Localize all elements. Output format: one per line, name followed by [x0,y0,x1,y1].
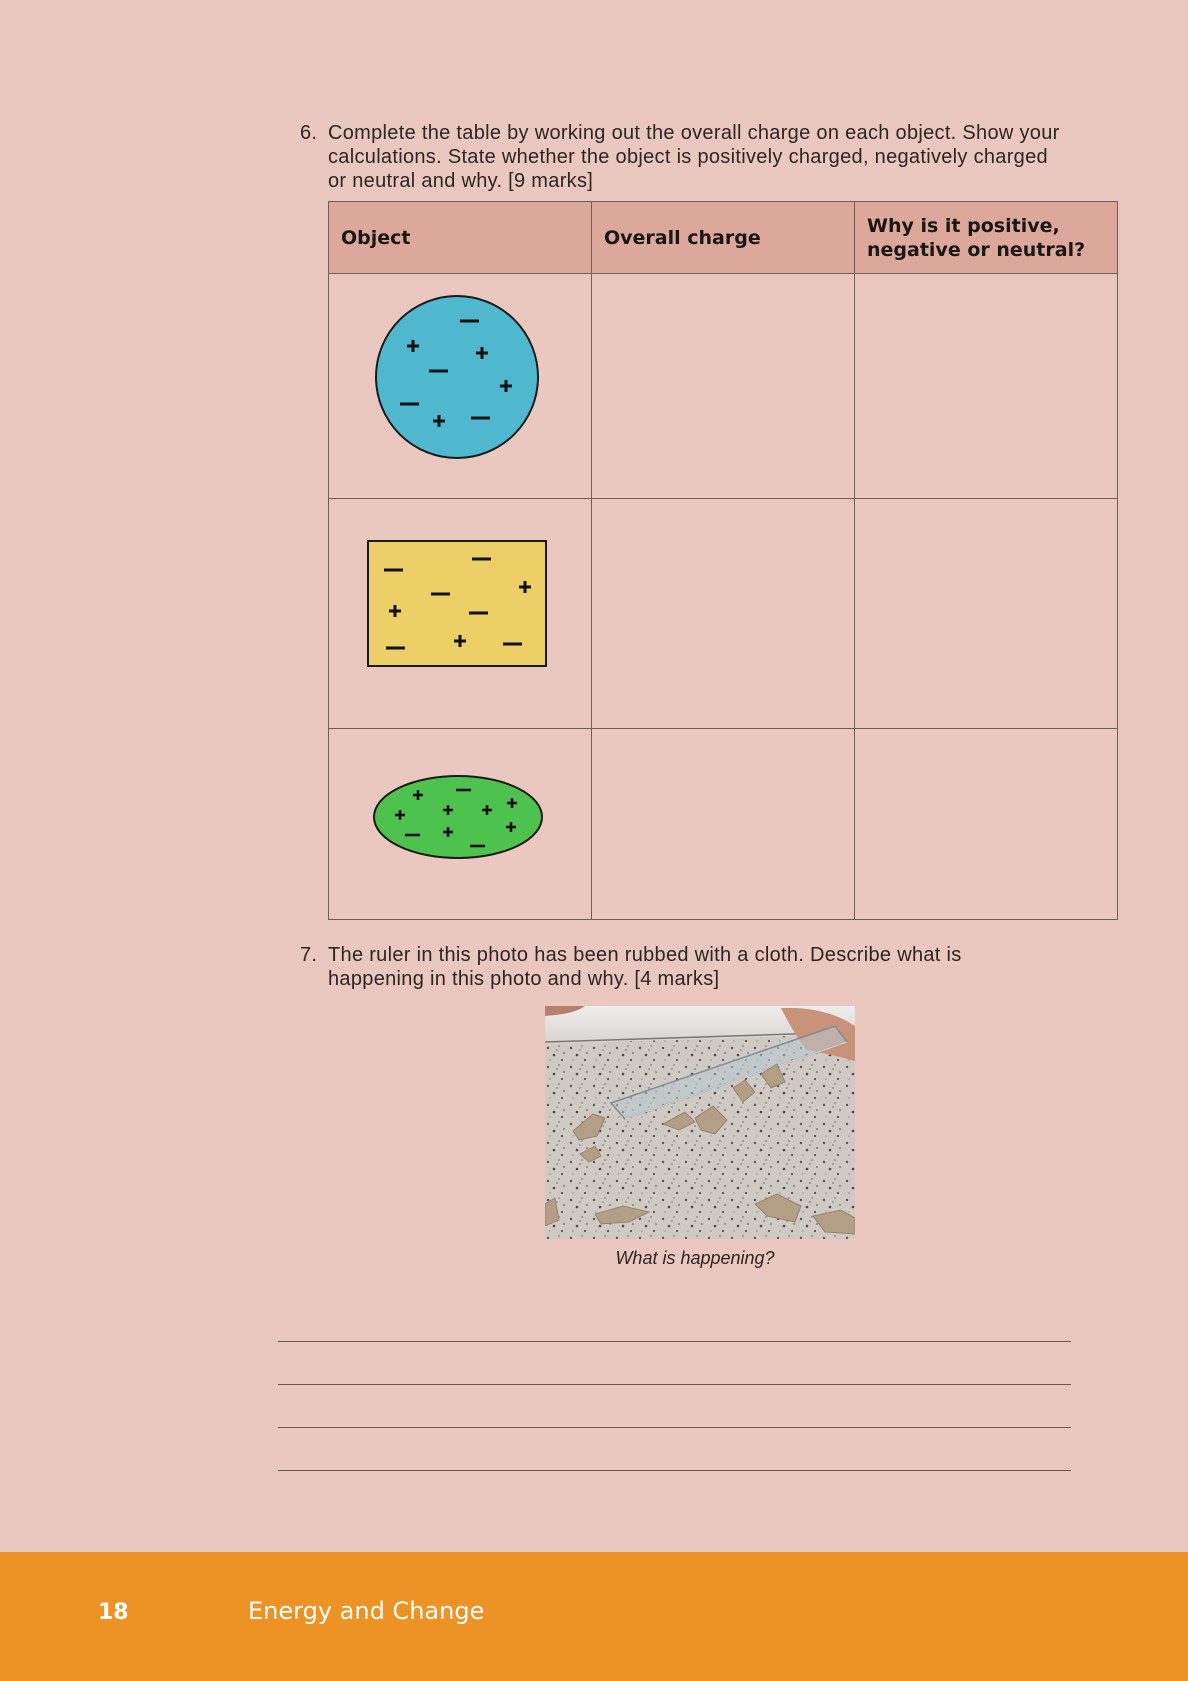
overall-charge-cell[interactable] [591,728,855,920]
answer-line[interactable] [278,1341,1071,1342]
ruler-photo [545,1006,855,1239]
charge-table: Object Overall charge Why is it positive… [328,201,1118,920]
question-6: 6. Complete the table by working out the… [300,121,1060,193]
answer-lines [278,1341,1071,1513]
table-header-row: Object Overall charge Why is it positive… [328,201,1118,274]
answer-line[interactable] [278,1470,1071,1471]
table-row [328,728,1118,920]
header-object: Object [328,201,592,274]
table-row [328,273,1118,499]
book-title: Energy and Change [248,1597,485,1625]
header-overall-charge: Overall charge [591,201,855,274]
blue-circle-object [375,295,539,459]
reason-cell[interactable] [854,498,1118,729]
object-cell [328,498,592,729]
answer-line[interactable] [278,1384,1071,1385]
green-ellipse-object [373,775,543,859]
table-row [328,498,1118,729]
question-7-text: The ruler in this photo has been rubbed … [328,944,962,990]
circle-shape [375,295,539,459]
object-cell [328,728,592,920]
overall-charge-cell[interactable] [591,498,855,729]
ruler-paper-photo [545,1006,855,1239]
overall-charge-cell[interactable] [591,273,855,499]
photo-caption: What is happening? [615,1248,775,1268]
question-7: 7. The ruler in this photo has been rubb… [300,943,1060,991]
footer-band: 18 Energy and Change [0,1552,1188,1681]
reason-cell[interactable] [854,728,1118,920]
reason-cell[interactable] [854,273,1118,499]
yellow-rectangle-object [367,540,547,667]
header-why: Why is it positive, negative or neutral? [854,201,1118,274]
page-number: 18 [98,1600,129,1625]
question-7-number: 7. [300,944,318,966]
object-cell [328,273,592,499]
question-6-text: Complete the table by working out the ov… [328,122,1060,192]
question-6-number: 6. [300,122,318,144]
answer-line[interactable] [278,1427,1071,1428]
